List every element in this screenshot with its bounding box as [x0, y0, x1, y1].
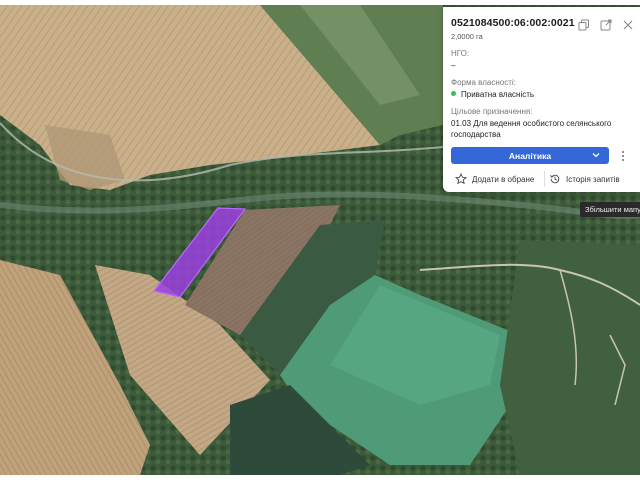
- analytics-button[interactable]: Аналітика: [451, 147, 609, 164]
- chevron-down-icon: [591, 150, 601, 160]
- ownership-value-row: Приватна власність: [451, 89, 534, 100]
- star-icon: [455, 173, 467, 185]
- parcel-area: 2,0000 га: [451, 32, 483, 41]
- panel-header-actions: [578, 19, 634, 31]
- history-icon: [549, 173, 561, 185]
- ngo-value: –: [451, 61, 456, 70]
- parcel-info-panel: 0521084500:06:002:0021 2,0000 га НГО: – …: [443, 7, 640, 192]
- more-vertical-icon[interactable]: [619, 148, 627, 164]
- purpose-label: Цільове призначення:: [451, 107, 533, 116]
- external-link-icon[interactable]: [600, 19, 612, 31]
- cadastral-number: 0521084500:06:002:0021: [451, 17, 575, 29]
- zoom-map-tooltip: Збільшити мапу: [580, 202, 640, 217]
- purpose-value: 01.03 Для ведення особистого селянського…: [451, 119, 612, 139]
- action-divider: [544, 171, 545, 187]
- copy-icon[interactable]: [578, 19, 590, 31]
- analytics-button-label: Аналітика: [508, 150, 552, 161]
- ownership-label: Форма власності:: [451, 78, 516, 87]
- ngo-label: НГО:: [451, 49, 470, 58]
- map-frame[interactable]: 0521084500:06:002:0021 2,0000 га НГО: – …: [0, 5, 640, 475]
- village-area: [500, 240, 640, 475]
- close-icon[interactable]: [622, 19, 634, 31]
- history-button[interactable]: Історія запитів: [549, 173, 620, 185]
- ownership-value: Приватна власність: [461, 90, 535, 99]
- history-label: Історія запитів: [566, 174, 620, 184]
- status-dot-icon: [451, 91, 456, 96]
- add-favorite-button[interactable]: Додати в обране: [455, 173, 534, 185]
- add-favorite-label: Додати в обране: [472, 174, 535, 184]
